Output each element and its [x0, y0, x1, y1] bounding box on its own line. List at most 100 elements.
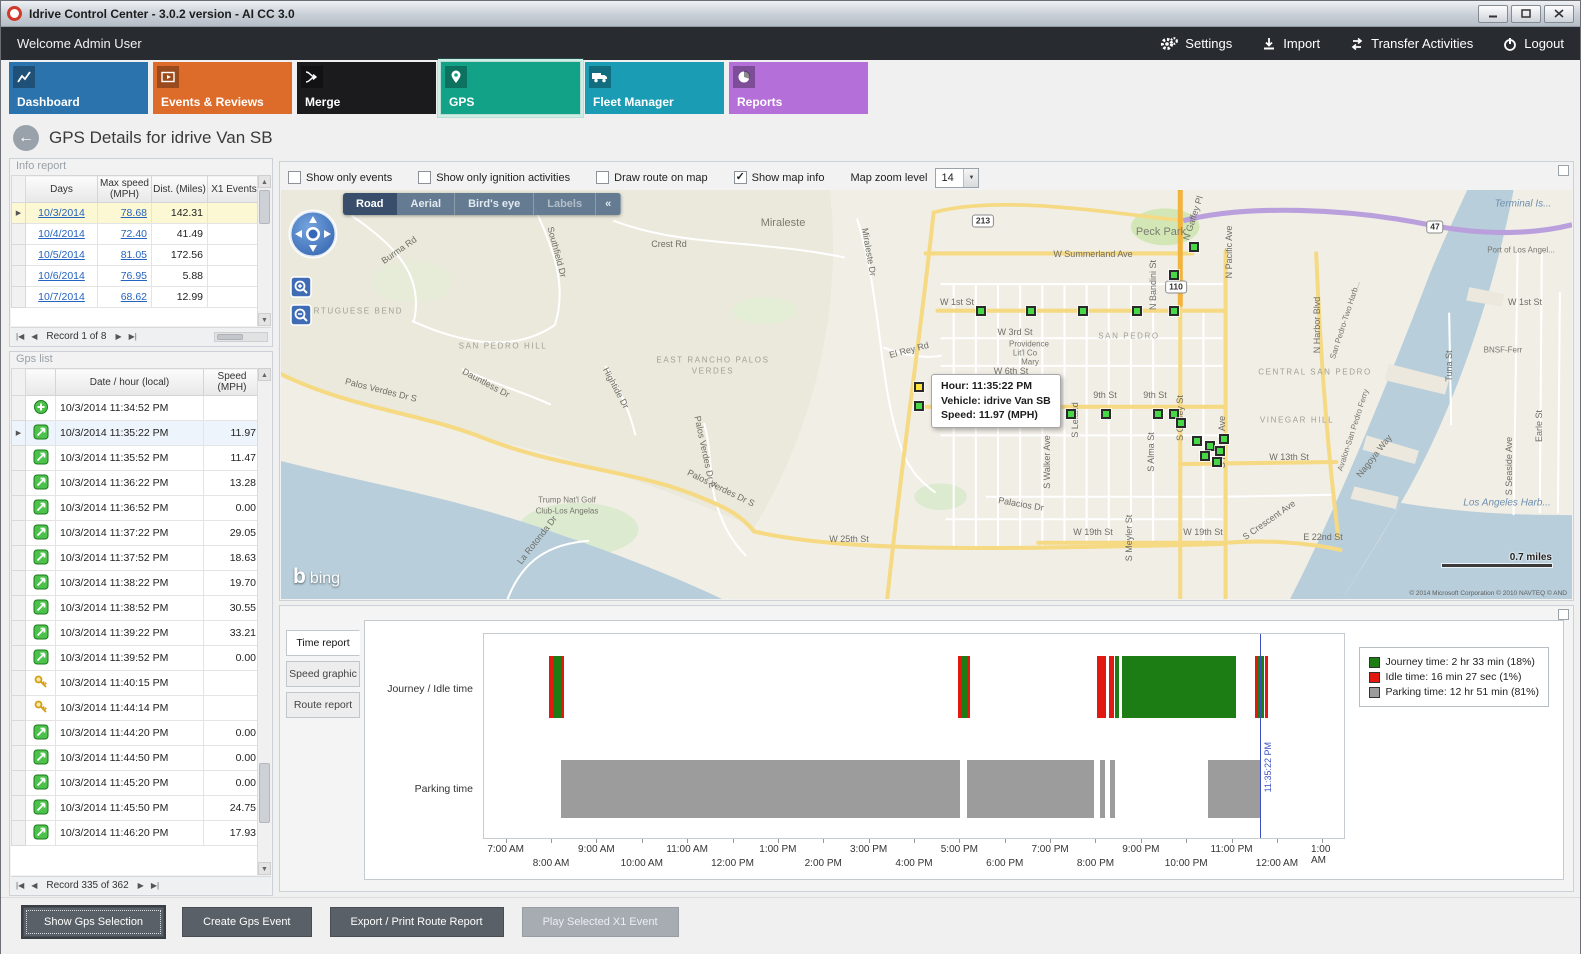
day-link[interactable]: 10/4/2014	[26, 224, 98, 245]
chart-plot-area[interactable]: 11:35:22 PM	[483, 633, 1345, 839]
prev-record-button[interactable]: ◀	[29, 881, 39, 890]
selected-gps-marker[interactable]	[914, 382, 924, 392]
gps-marker[interactable]	[1200, 451, 1210, 461]
gps-list-row[interactable]: 10/3/2014 11:45:20 PM0.00	[12, 771, 261, 796]
map-style-road[interactable]: Road	[343, 193, 398, 215]
prev-record-button[interactable]: ◀	[29, 332, 39, 341]
transfer-activities-button[interactable]: Transfer Activities	[1350, 36, 1473, 51]
last-record-button[interactable]: ▶|	[127, 332, 139, 341]
first-record-button[interactable]: |◀	[14, 881, 26, 890]
gps-list-row[interactable]: 10/3/2014 11:39:52 PM0.00	[12, 646, 261, 671]
gps-list-row[interactable]: 10/3/2014 11:38:22 PM19.70	[12, 571, 261, 596]
info-report-row[interactable]: 10/6/201476.955.88	[12, 266, 261, 287]
nav-tile-gps[interactable]: GPS	[441, 62, 580, 114]
settings-button[interactable]: Settings	[1160, 36, 1232, 52]
export-print-route-report-button[interactable]: Export / Print Route Report	[330, 907, 504, 937]
map-zoom-in-button[interactable]	[290, 276, 312, 301]
nav-tile-fleet-manager[interactable]: Fleet Manager	[585, 62, 724, 114]
map-collapse-button[interactable]: «	[596, 193, 621, 215]
max-speed-link[interactable]: 76.95	[98, 266, 152, 287]
gps-list-row[interactable]: 10/3/2014 11:44:50 PM0.00	[12, 746, 261, 771]
maximize-button[interactable]	[1511, 5, 1541, 23]
horizontal-scrollbar[interactable]	[214, 332, 268, 342]
vertical-scrollbar[interactable]: ▲ ▼	[257, 368, 271, 875]
window-titlebar[interactable]: Idrive Control Center - 3.0.2 version - …	[1, 1, 1580, 27]
gps-marker[interactable]	[1132, 306, 1142, 316]
minimize-button[interactable]	[1478, 5, 1508, 23]
day-link[interactable]: 10/6/2014	[26, 266, 98, 287]
gps-list-row[interactable]: 10/3/2014 11:37:22 PM29.05	[12, 521, 261, 546]
gps-marker[interactable]	[1169, 270, 1179, 280]
tab-speed-graphic[interactable]: Speed graphic	[286, 661, 360, 687]
gps-marker[interactable]	[1066, 409, 1076, 419]
scrollbar-thumb[interactable]	[259, 763, 270, 823]
max-speed-link[interactable]: 68.62	[98, 287, 152, 308]
gps-list-row[interactable]: 10/3/2014 11:46:20 PM17.93	[12, 821, 261, 846]
back-button[interactable]: ←	[13, 125, 39, 151]
first-record-button[interactable]: |◀	[14, 332, 26, 341]
gps-marker[interactable]	[1169, 306, 1179, 316]
info-report-row[interactable]: ▶10/3/201478.68142.31	[12, 203, 261, 224]
gps-col-header-date-hour-local[interactable]: Date / hour (local)	[56, 369, 204, 396]
scrollbar-thumb[interactable]	[259, 190, 270, 224]
gps-marker[interactable]	[1219, 434, 1229, 444]
map-style-labels[interactable]: Labels	[534, 193, 596, 215]
info-report-row[interactable]: 10/4/201472.4041.49	[12, 224, 261, 245]
gps-list-row[interactable]: 10/3/2014 11:40:15 PM	[12, 671, 261, 696]
gps-list-row[interactable]: 10/3/2014 11:37:52 PM18.63	[12, 546, 261, 571]
map-style-bird-s-eye[interactable]: Bird's eye	[455, 193, 534, 215]
last-record-button[interactable]: ▶|	[149, 881, 161, 890]
gps-col-header-speed-mph[interactable]: Speed (MPH)	[204, 369, 261, 396]
next-record-button[interactable]: ▶	[136, 881, 146, 890]
gps-list-row[interactable]: 10/3/2014 11:39:22 PM33.21	[12, 621, 261, 646]
checkbox-draw-route-on-map[interactable]: Draw route on map	[596, 171, 708, 184]
info-col-header-dist-miles[interactable]: Dist. (Miles)	[152, 176, 208, 203]
gps-list-row[interactable]: 10/3/2014 11:38:52 PM30.55	[12, 596, 261, 621]
map-style-aerial[interactable]: Aerial	[398, 193, 456, 215]
info-col-header-max-speed-mph[interactable]: Max speed (MPH)	[98, 176, 152, 203]
gps-marker[interactable]	[1176, 418, 1186, 428]
gps-list-row[interactable]: 10/3/2014 11:35:52 PM11.47	[12, 446, 261, 471]
map-compass-control[interactable]	[287, 208, 339, 263]
map-zoom-out-button[interactable]	[290, 304, 312, 329]
checkbox-show-only-ignition-activities[interactable]: Show only ignition activities	[418, 171, 570, 184]
expand-panel-icon[interactable]	[1558, 609, 1569, 620]
info-col-header-days[interactable]: Days	[26, 176, 98, 203]
logout-button[interactable]: Logout	[1503, 36, 1564, 51]
max-speed-link[interactable]: 72.40	[98, 224, 152, 245]
gps-list-row[interactable]: 10/3/2014 11:36:52 PM0.00	[12, 496, 261, 521]
scroll-up-icon[interactable]: ▲	[258, 175, 271, 188]
gps-marker[interactable]	[1101, 409, 1111, 419]
scroll-up-icon[interactable]: ▲	[258, 368, 271, 381]
gps-marker[interactable]	[1153, 409, 1163, 419]
info-report-row[interactable]: 10/7/201468.6212.99	[12, 287, 261, 308]
max-speed-link[interactable]: 81.05	[98, 245, 152, 266]
info-report-row[interactable]: 10/5/201481.05172.56	[12, 245, 261, 266]
checkbox-show-only-events[interactable]: Show only events	[288, 171, 392, 184]
gps-marker[interactable]	[976, 306, 986, 316]
gps-list-row[interactable]: 10/3/2014 11:45:50 PM24.75	[12, 796, 261, 821]
close-button[interactable]	[1544, 5, 1574, 23]
gps-marker[interactable]	[1212, 457, 1222, 467]
scrollbar-thumb[interactable]	[217, 334, 243, 340]
gps-marker[interactable]	[1026, 306, 1036, 316]
gps-list-row[interactable]: 10/3/2014 11:34:52 PM	[12, 396, 261, 421]
next-record-button[interactable]: ▶	[113, 332, 123, 341]
scroll-down-icon[interactable]: ▼	[258, 862, 271, 875]
gps-marker[interactable]	[1078, 306, 1088, 316]
create-gps-event-button[interactable]: Create Gps Event	[182, 907, 311, 937]
expand-panel-icon[interactable]	[1558, 165, 1569, 176]
day-link[interactable]: 10/3/2014	[26, 203, 98, 224]
max-speed-link[interactable]: 78.68	[98, 203, 152, 224]
gps-list-row[interactable]: 10/3/2014 11:44:14 PM	[12, 696, 261, 721]
nav-tile-reports[interactable]: Reports	[729, 62, 868, 114]
day-link[interactable]: 10/5/2014	[26, 245, 98, 266]
nav-tile-merge[interactable]: Merge	[297, 62, 436, 114]
gps-marker[interactable]	[1189, 242, 1199, 252]
show-gps-selection-button[interactable]: Show Gps Selection	[23, 907, 164, 937]
tab-time-report[interactable]: Time report	[286, 630, 360, 656]
nav-tile-dashboard[interactable]: Dashboard	[9, 62, 148, 114]
gps-marker[interactable]	[1039, 409, 1049, 419]
tab-route-report[interactable]: Route report	[286, 692, 360, 718]
gps-marker[interactable]	[1192, 436, 1202, 446]
